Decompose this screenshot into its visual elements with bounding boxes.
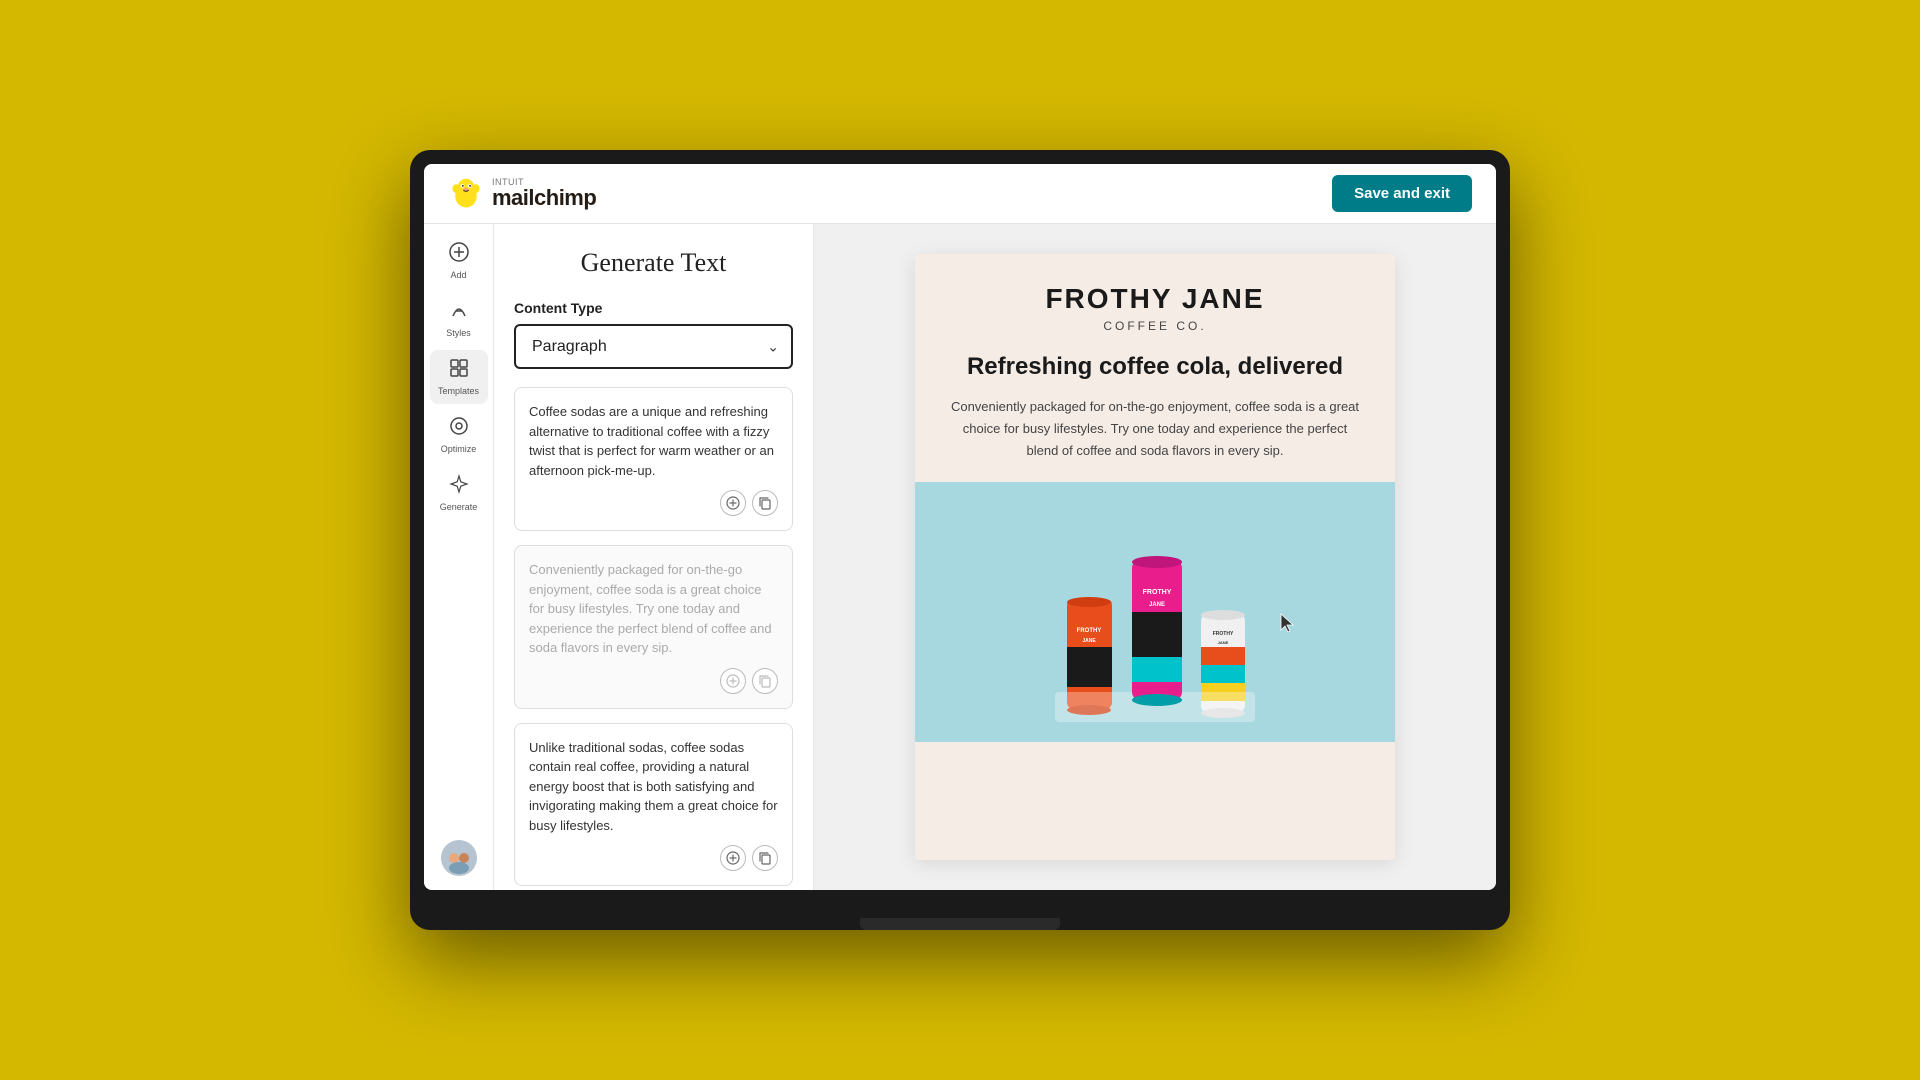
- content-type-select[interactable]: Paragraph Subject Line Headline Call to …: [514, 324, 793, 369]
- sidebar-item-optimize[interactable]: Optimize: [430, 408, 488, 462]
- svg-text:JANE: JANE: [1217, 640, 1228, 645]
- brand-name: FROTHY JANE: [939, 284, 1371, 315]
- icon-sidebar: Add Styles Templates: [424, 224, 494, 890]
- content-type-select-wrapper: Paragraph Subject Line Headline Call to …: [514, 324, 793, 369]
- card-3-copy-button[interactable]: [752, 845, 778, 871]
- generate-icon: [449, 474, 469, 499]
- sidebar-optimize-label: Optimize: [441, 444, 477, 454]
- card-2-add-button[interactable]: [720, 668, 746, 694]
- sidebar-item-styles[interactable]: Styles: [430, 292, 488, 346]
- svg-text:JANE: JANE: [1082, 638, 1096, 644]
- text-card-2: Conveniently packaged for on-the-go enjo…: [514, 545, 793, 709]
- text-card-1: Coffee sodas are a unique and refreshing…: [514, 387, 793, 531]
- styles-icon: [449, 300, 469, 325]
- sidebar-add-label: Add: [450, 270, 466, 280]
- cursor-indicator: [1279, 612, 1299, 641]
- card-1-actions: [529, 490, 778, 516]
- card-1-add-button[interactable]: [720, 490, 746, 516]
- svg-text:FROTHY: FROTHY: [1076, 628, 1101, 634]
- card-3-actions: [529, 845, 778, 871]
- preview-headline: Refreshing coffee cola, delivered: [939, 351, 1371, 382]
- card-2-text: Conveniently packaged for on-the-go enjo…: [529, 560, 778, 658]
- avatar-image: [441, 840, 477, 876]
- app-header: INTUIT mailchimp Save and exit: [424, 164, 1496, 224]
- svg-text:FROTHY: FROTHY: [1142, 589, 1171, 596]
- card-1-text: Coffee sodas are a unique and refreshing…: [529, 402, 778, 480]
- can-center: FROTHY JANE: [1127, 552, 1187, 712]
- card-1-copy-button[interactable]: [752, 490, 778, 516]
- svg-text:FROTHY: FROTHY: [1212, 631, 1233, 637]
- add-icon: [449, 242, 469, 267]
- preview-area: FROTHY JANE COFFEE CO. Refreshing coffee…: [814, 224, 1496, 890]
- app-body: Add Styles Templates: [424, 224, 1496, 890]
- preview-header-section: FROTHY JANE COFFEE CO. Refreshing coffee…: [915, 254, 1395, 482]
- email-preview: FROTHY JANE COFFEE CO. Refreshing coffee…: [915, 254, 1395, 860]
- preview-image-section: FROTHY JANE FROTHY JAN: [915, 482, 1395, 742]
- text-card-3: Unlike traditional sodas, coffee sodas c…: [514, 723, 793, 887]
- panel-title: Generate Text: [514, 248, 793, 278]
- logo: INTUIT mailchimp: [448, 176, 596, 212]
- preview-body-text: Conveniently packaged for on-the-go enjo…: [939, 396, 1371, 462]
- generate-panel: Generate Text Content Type Paragraph Sub…: [494, 224, 814, 890]
- sidebar-item-add[interactable]: Add: [430, 234, 488, 288]
- card-3-add-button[interactable]: [720, 845, 746, 871]
- card-2-copy-button[interactable]: [752, 668, 778, 694]
- sidebar-item-templates[interactable]: Templates: [430, 350, 488, 404]
- card-2-actions: [529, 668, 778, 694]
- optimize-icon: [449, 416, 469, 441]
- card-3-text: Unlike traditional sodas, coffee sodas c…: [529, 738, 778, 836]
- save-exit-button[interactable]: Save and exit: [1332, 175, 1472, 212]
- brand-sub: COFFEE CO.: [939, 319, 1371, 333]
- sidebar-templates-label: Templates: [438, 386, 479, 396]
- user-avatar[interactable]: [441, 840, 477, 876]
- templates-icon: [449, 358, 469, 383]
- mailchimp-logo-icon: [448, 176, 484, 212]
- svg-text:JANE: JANE: [1148, 602, 1164, 608]
- sidebar-generate-label: Generate: [440, 502, 478, 512]
- sidebar-styles-label: Styles: [446, 328, 471, 338]
- sidebar-item-generate[interactable]: Generate: [430, 466, 488, 520]
- logo-text: INTUIT mailchimp: [492, 178, 596, 209]
- content-type-label: Content Type: [514, 300, 793, 316]
- mailchimp-label: mailchimp: [492, 187, 596, 209]
